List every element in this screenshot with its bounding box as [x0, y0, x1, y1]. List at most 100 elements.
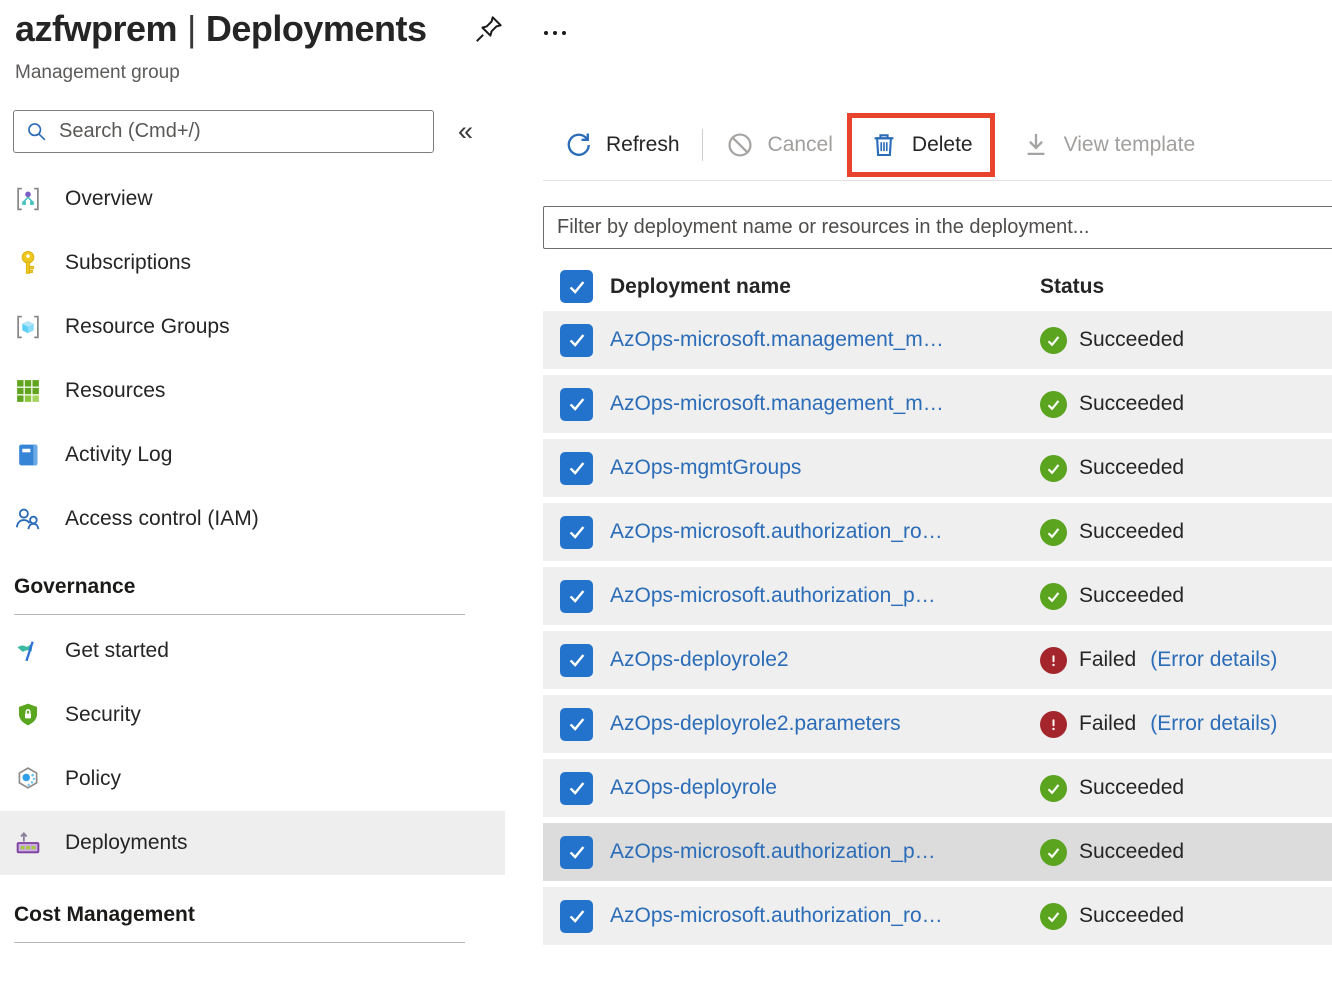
row-checkbox[interactable] — [560, 452, 593, 485]
sidebar-item-policy[interactable]: Policy — [0, 747, 505, 811]
error-details-link[interactable]: (Error details) — [1150, 648, 1277, 672]
sidebar-item-label: Subscriptions — [65, 251, 191, 275]
page-title: azfwprem|Deployments — [15, 8, 426, 50]
sidebar-item-activity-log[interactable]: Activity Log — [0, 423, 505, 487]
deployment-link[interactable]: AzOps-microsoft.authorization_p… — [610, 584, 1040, 608]
check-icon — [566, 585, 588, 607]
delete-button-highlight: Delete — [847, 113, 995, 177]
deployment-link[interactable]: AzOps-mgmtGroups — [610, 456, 1040, 480]
sidebar-item-label: Policy — [65, 767, 121, 791]
check-icon — [566, 329, 588, 351]
check-icon — [566, 777, 588, 799]
table-row: AzOps-microsoft.authorization_ro… Succee… — [543, 503, 1332, 561]
error-details-link[interactable]: (Error details) — [1150, 712, 1277, 736]
row-checkbox[interactable] — [560, 708, 593, 741]
sidebar-item-subscriptions[interactable]: Subscriptions — [0, 231, 505, 295]
sidebar-item-label: Resource Groups — [65, 315, 230, 339]
sidebar-item-label: Access control (IAM) — [65, 507, 259, 531]
sidebar-item-label: Resources — [65, 379, 165, 403]
flag-icon — [14, 637, 42, 665]
main-content: Refresh Cancel Delete View template — [505, 110, 1332, 951]
search-icon — [25, 120, 49, 144]
status-label: Failed — [1079, 648, 1136, 672]
search-input[interactable] — [59, 120, 422, 143]
column-header-status[interactable]: Status — [1040, 275, 1332, 299]
row-checkbox[interactable] — [560, 900, 593, 933]
status-label: Succeeded — [1079, 456, 1184, 480]
sidebar-item-label: Security — [65, 703, 141, 727]
succeeded-icon — [1040, 391, 1067, 418]
check-icon — [566, 649, 588, 671]
pin-icon[interactable] — [472, 12, 506, 46]
status-label: Failed — [1079, 712, 1136, 736]
view-template-button[interactable]: View template — [1021, 130, 1196, 160]
hierarchy-icon — [14, 185, 42, 213]
sidebar-item-security[interactable]: Security — [0, 683, 505, 747]
people-icon — [14, 505, 42, 533]
status-label: Succeeded — [1079, 328, 1184, 352]
sidebar-item-overview[interactable]: Overview — [0, 167, 505, 231]
delete-label: Delete — [912, 133, 973, 157]
download-icon — [1021, 130, 1051, 160]
deployment-link[interactable]: AzOps-deployrole2.parameters — [610, 712, 1040, 736]
check-icon — [566, 841, 588, 863]
delete-button[interactable]: Delete — [869, 130, 973, 160]
sidebar-item-get-started[interactable]: Get started — [0, 619, 505, 683]
sidebar-item-access-control[interactable]: Access control (IAM) — [0, 487, 505, 551]
sidebar-item-label: Activity Log — [65, 443, 172, 467]
check-icon — [566, 713, 588, 735]
row-checkbox[interactable] — [560, 580, 593, 613]
resource-name: azfwprem — [15, 8, 177, 49]
sidebar-section-governance: Governance — [0, 575, 505, 599]
column-header-deployment-name[interactable]: Deployment name — [596, 275, 1040, 299]
deployment-link[interactable]: AzOps-microsoft.management_m… — [610, 392, 1040, 416]
sidebar-item-label: Deployments — [65, 831, 188, 855]
table-row: AzOps-mgmtGroups Succeeded — [543, 439, 1332, 497]
refresh-label: Refresh — [606, 133, 680, 157]
succeeded-icon — [1040, 903, 1067, 930]
collapse-sidebar-icon[interactable]: « — [458, 116, 473, 147]
sidebar-search[interactable] — [13, 110, 434, 153]
table-row: AzOps-microsoft.management_m… Succeeded — [543, 375, 1332, 433]
command-bar: Refresh Cancel Delete View template — [543, 110, 1332, 180]
sidebar-item-label: Overview — [65, 187, 153, 211]
filter-input[interactable] — [543, 206, 1332, 249]
row-checkbox[interactable] — [560, 644, 593, 677]
status-label: Succeeded — [1079, 776, 1184, 800]
succeeded-icon — [1040, 775, 1067, 802]
ellipsis-icon[interactable] — [544, 23, 566, 35]
book-icon — [14, 441, 42, 469]
select-all-checkbox[interactable] — [560, 270, 593, 303]
hexagon-policy-icon — [14, 765, 42, 793]
cancel-button[interactable]: Cancel — [725, 130, 833, 160]
sidebar-item-resource-groups[interactable]: Resource Groups — [0, 295, 505, 359]
section-divider — [14, 614, 465, 615]
deploy-box-icon — [14, 829, 42, 857]
failed-icon — [1040, 647, 1067, 674]
deployment-link[interactable]: AzOps-deployrole2 — [610, 648, 1040, 672]
deployment-link[interactable]: AzOps-deployrole — [610, 776, 1040, 800]
status-label: Succeeded — [1079, 584, 1184, 608]
refresh-button[interactable]: Refresh — [563, 130, 680, 160]
table-row: AzOps-microsoft.authorization_ro… Succee… — [543, 887, 1332, 945]
blade-name: Deployments — [206, 8, 427, 49]
row-checkbox[interactable] — [560, 324, 593, 357]
deployment-link[interactable]: AzOps-microsoft.authorization_p… — [610, 840, 1040, 864]
deployment-link[interactable]: AzOps-microsoft.authorization_ro… — [610, 904, 1040, 928]
table-row: AzOps-deployrole Succeeded — [543, 759, 1332, 817]
row-checkbox[interactable] — [560, 516, 593, 549]
deployment-link[interactable]: AzOps-microsoft.management_m… — [610, 328, 1040, 352]
view-template-label: View template — [1064, 133, 1196, 157]
sidebar-item-deployments[interactable]: Deployments — [0, 811, 505, 875]
sidebar-item-resources[interactable]: Resources — [0, 359, 505, 423]
status-label: Succeeded — [1079, 904, 1184, 928]
row-checkbox[interactable] — [560, 388, 593, 421]
check-icon — [566, 393, 588, 415]
row-checkbox[interactable] — [560, 772, 593, 805]
succeeded-icon — [1040, 839, 1067, 866]
grid-icon — [14, 377, 42, 405]
deployment-link[interactable]: AzOps-microsoft.authorization_ro… — [610, 520, 1040, 544]
row-checkbox[interactable] — [560, 836, 593, 869]
check-icon — [566, 276, 588, 298]
table-row: AzOps-microsoft.authorization_p… Succeed… — [543, 823, 1332, 881]
